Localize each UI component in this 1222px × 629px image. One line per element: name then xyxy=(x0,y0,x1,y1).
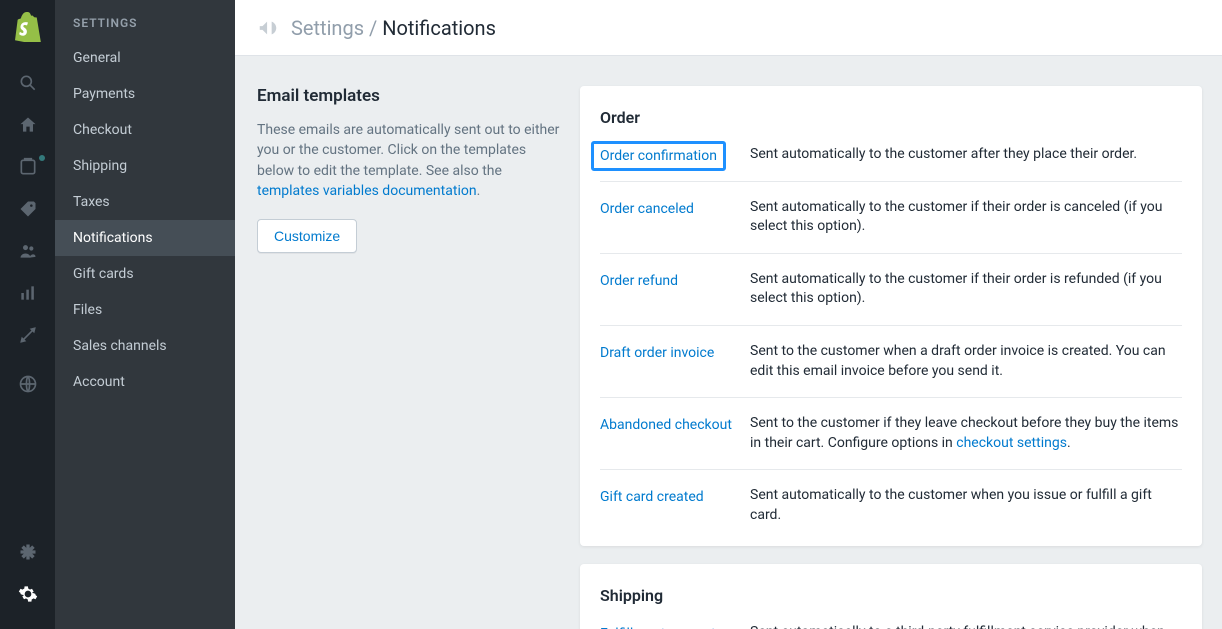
settings-sidebar: SETTINGS General Payments Checkout Shipp… xyxy=(55,0,235,629)
sidebar-header: SETTINGS xyxy=(55,0,235,40)
templates-column: Order Order confirmation Sent automatica… xyxy=(580,86,1202,629)
shopify-logo[interactable] xyxy=(15,12,41,42)
template-link[interactable]: Order refund xyxy=(600,273,678,289)
template-link[interactable]: Draft order invoice xyxy=(600,345,714,361)
template-desc: Sent automatically to the customer if th… xyxy=(750,198,1182,237)
template-desc: Sent automatically to the customer after… xyxy=(750,145,1137,165)
breadcrumb: Settings / Notifications xyxy=(291,16,496,40)
section-title: Shipping xyxy=(600,586,1182,605)
template-desc: Sent automatically to the customer if th… xyxy=(750,270,1182,309)
template-row-abandoned-checkout: Abandoned checkout Sent to the customer … xyxy=(600,397,1182,469)
announcement-icon[interactable] xyxy=(257,17,279,39)
topbar: Settings / Notifications xyxy=(235,0,1222,56)
template-row-order-canceled: Order canceled Sent automatically to the… xyxy=(600,181,1182,253)
breadcrumb-parent[interactable]: Settings xyxy=(291,16,364,40)
intro-column: Email templates These emails are automat… xyxy=(255,86,560,629)
template-row-fulfillment-request: Fulfillment request Sent automatically t… xyxy=(600,619,1182,629)
checkout-settings-link[interactable]: checkout settings xyxy=(956,435,1067,451)
template-row-gift-card-created: Gift card created Sent automatically to … xyxy=(600,469,1182,541)
template-link[interactable]: Fulfillment request xyxy=(600,626,716,629)
main-area: Settings / Notifications Email templates… xyxy=(235,0,1222,629)
discounts-icon[interactable] xyxy=(18,325,38,345)
breadcrumb-current: Notifications xyxy=(382,16,496,40)
template-row-order-confirmation: Order confirmation Sent automatically to… xyxy=(600,141,1182,181)
customers-icon[interactable] xyxy=(18,241,38,261)
sidebar-item-files[interactable]: Files xyxy=(55,292,235,328)
content: Email templates These emails are automat… xyxy=(235,56,1222,629)
template-row-draft-order-invoice: Draft order invoice Sent to the customer… xyxy=(600,325,1182,397)
shipping-section: Shipping Fulfillment request Sent automa… xyxy=(580,564,1202,629)
template-link[interactable]: Abandoned checkout xyxy=(600,417,732,433)
template-link[interactable]: Order confirmation xyxy=(591,141,726,171)
products-icon[interactable] xyxy=(18,199,38,219)
sidebar-item-taxes[interactable]: Taxes xyxy=(55,184,235,220)
template-link[interactable]: Order canceled xyxy=(600,201,694,217)
templates-variables-link[interactable]: templates variables documentation xyxy=(257,183,477,199)
template-link[interactable]: Gift card created xyxy=(600,489,704,505)
orders-icon[interactable] xyxy=(18,157,38,177)
sidebar-item-account[interactable]: Account xyxy=(55,364,235,400)
sidebar-item-sales-channels[interactable]: Sales channels xyxy=(55,328,235,364)
intro-heading: Email templates xyxy=(257,86,560,106)
global-nav xyxy=(0,0,55,629)
order-section: Order Order confirmation Sent automatica… xyxy=(580,86,1202,546)
template-desc: Sent automatically to a third-party fulf… xyxy=(750,623,1182,629)
sidebar-item-general[interactable]: General xyxy=(55,40,235,76)
sidebar-item-notifications[interactable]: Notifications xyxy=(55,220,235,256)
analytics-icon[interactable] xyxy=(18,283,38,303)
template-desc: Sent automatically to the customer when … xyxy=(750,486,1182,525)
settings-icon[interactable] xyxy=(18,584,38,604)
template-row-order-refund: Order refund Sent automatically to the c… xyxy=(600,253,1182,325)
sidebar-item-shipping[interactable]: Shipping xyxy=(55,148,235,184)
customize-button[interactable]: Customize xyxy=(257,219,357,253)
sidebar-item-gift-cards[interactable]: Gift cards xyxy=(55,256,235,292)
search-icon[interactable] xyxy=(18,73,38,93)
intro-text: These emails are automatically sent out … xyxy=(257,120,560,201)
online-store-icon[interactable] xyxy=(18,374,38,394)
section-title: Order xyxy=(600,108,1182,127)
sidebar-item-payments[interactable]: Payments xyxy=(55,76,235,112)
sidebar-item-checkout[interactable]: Checkout xyxy=(55,112,235,148)
apps-icon[interactable] xyxy=(18,542,38,562)
home-icon[interactable] xyxy=(18,115,38,135)
template-desc: Sent to the customer if they leave check… xyxy=(750,414,1182,453)
template-desc: Sent to the customer when a draft order … xyxy=(750,342,1182,381)
